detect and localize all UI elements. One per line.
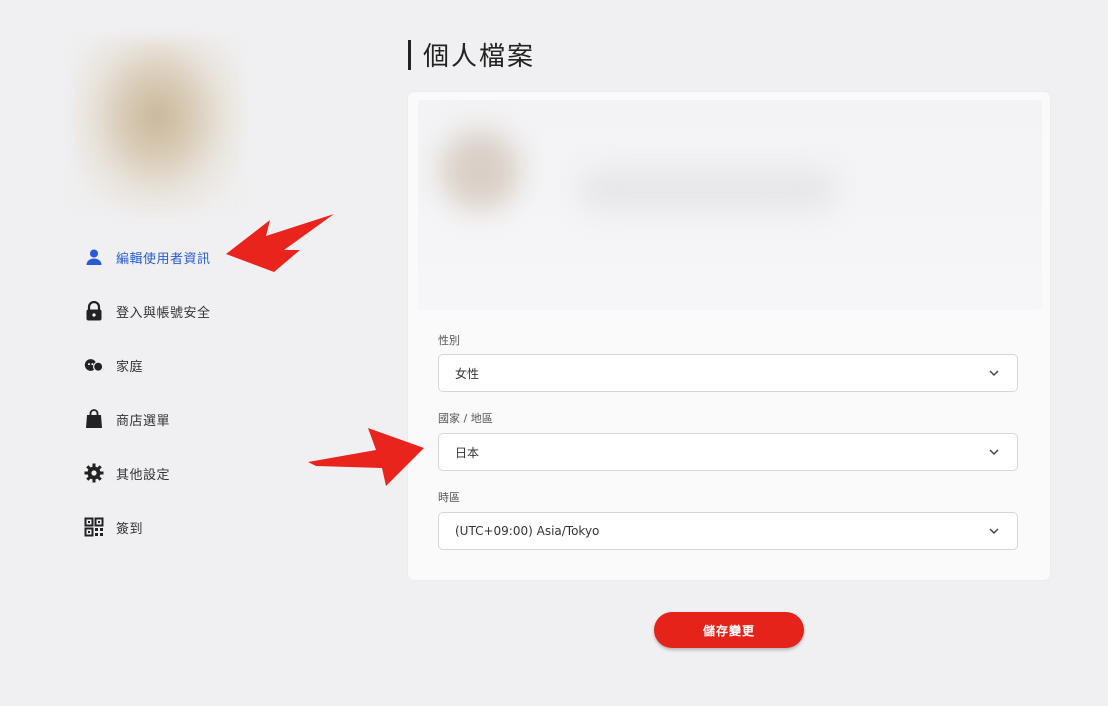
page-title-text: 個人檔案 [423,42,536,72]
annotation-arrow-icon [308,428,424,486]
sidebar-item-store-menu[interactable]: 商店選單 [84,406,170,432]
qr-code-icon [84,517,104,537]
timezone-value: (UTC+09:00) Asia/Tokyo [455,524,600,538]
profile-card: 性別 女性 國家 / 地區 日本 時區 (UTC+09:00) Asia/Tok… [408,92,1050,580]
chevron-down-icon [989,528,999,535]
family-icon [84,355,104,375]
sidebar-item-check-in[interactable]: 簽到 [84,514,143,540]
sidebar-item-label: 編輯使用者資訊 [116,251,211,267]
chevron-down-icon [989,449,999,456]
gender-label: 性別 [438,334,460,347]
page-title: 個人檔案 [408,36,535,73]
profile-header [418,100,1042,310]
avatar [72,38,242,213]
person-icon [84,247,104,267]
annotation-arrow-icon [226,214,334,272]
sidebar-item-family[interactable]: 家庭 [84,352,143,378]
title-accent-bar [408,39,411,70]
region-select[interactable]: 日本 [438,433,1018,471]
region-value: 日本 [455,445,480,460]
profile-avatar [440,130,520,210]
shopping-bag-icon [84,409,104,429]
lock-icon [84,301,104,321]
timezone-select[interactable]: (UTC+09:00) Asia/Tokyo [438,512,1018,550]
sidebar-item-label: 商店選單 [116,413,171,429]
save-changes-button[interactable]: 儲存變更 [654,612,804,648]
sidebar-item-label: 簽到 [116,521,144,537]
sidebar-item-login-security[interactable]: 登入與帳號安全 [84,298,211,324]
timezone-label: 時區 [438,491,460,504]
profile-name [578,170,838,210]
gear-icon [84,463,104,483]
gender-select[interactable]: 女性 [438,354,1018,392]
region-label: 國家 / 地區 [438,412,493,425]
sidebar-item-other-settings[interactable]: 其他設定 [84,460,170,486]
chevron-down-icon [989,370,999,377]
sidebar-item-label: 家庭 [116,359,144,375]
gender-value: 女性 [455,366,480,381]
sidebar-item-edit-user-info[interactable]: 編輯使用者資訊 [84,244,211,270]
sidebar-item-label: 登入與帳號安全 [116,305,211,321]
sidebar-item-label: 其他設定 [116,467,171,483]
